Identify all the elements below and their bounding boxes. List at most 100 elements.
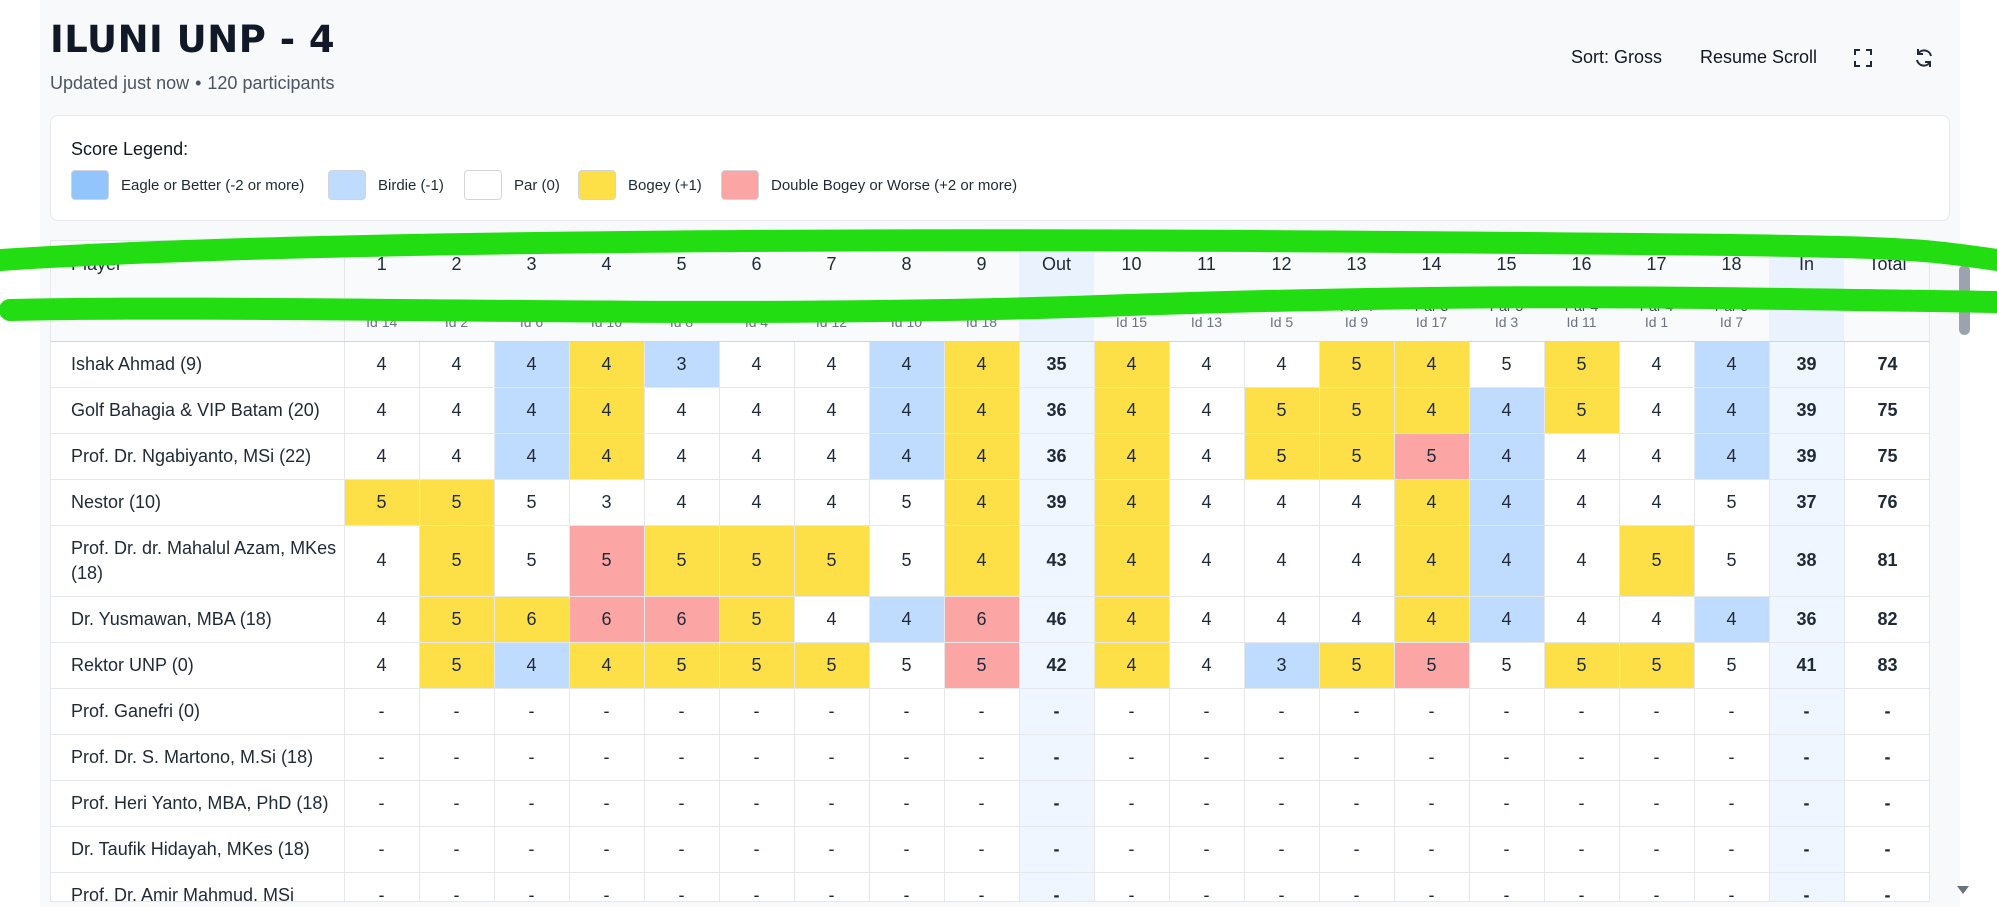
hole-score: 4 [1319,479,1395,526]
column-header-hole[interactable]: 18 [1694,241,1769,287]
hole-score: 4 [1394,525,1470,597]
hole-score: - [794,780,870,827]
hole-score: - [644,688,720,735]
player-name: Prof. Dr. S. Martono, M.Si (18) [51,734,345,781]
hole-score: - [1169,688,1245,735]
scoreboard-table-container[interactable]: Player 1 2 3 4 5 6 7 8 9 Out 10 11 12 13 14 15 16 17 18 In To… [50,240,1930,902]
player-row[interactable]: Dr. Yusmawan, MBA (18) 4 5 6 6 6 5 4 4 6 46 4 4 4 4 4 4 4… [51,596,1929,643]
hole-score: 5 [869,525,945,597]
total-score: - [1844,826,1929,873]
hole-score: 4 [1469,479,1545,526]
hole-score: - [1619,688,1695,735]
legend-swatch [464,170,502,200]
hole-score: - [1244,734,1320,781]
player-row[interactable]: Prof. Dr. Ngabiyanto, MSi (22) 4 4 4 4 4 4 4 4 4 3… [51,433,1929,480]
hole-score: 4 [569,642,645,689]
hole-score: - [494,780,570,827]
hole-score: 4 [794,433,870,480]
hole-score: - [1469,872,1545,901]
hole-score: 4 [1094,596,1170,643]
column-header-hole[interactable]: 16 [1544,241,1619,287]
page-title: ILUNI UNP - 4 [50,18,336,61]
hole-score: - [1469,734,1545,781]
column-header-hole[interactable]: 8 [869,241,944,287]
hole-score: 4 [1169,642,1245,689]
hole-par-index: Par 3 Id 15 [1094,287,1169,342]
player-row[interactable]: Nestor (10) 5 5 5 3 4 4 4 5 4 39 4 4 4 4 4 4 4 4 5 37 76 [51,479,1929,526]
column-header-hole[interactable]: 10 [1094,241,1169,287]
hole-score: - [494,826,570,873]
player-row[interactable]: Ishak Ahmad (9) 4 4 4 4 3 4 4 4 4 35 4 4 4 5 4 5 5 4 4 39 74 [51,341,1929,388]
column-header-hole[interactable]: 9 [944,241,1019,287]
hole-score: - [1619,872,1695,901]
hole-score: - [569,734,645,781]
column-header-hole[interactable]: 7 [794,241,869,287]
hole-score: 4 [1244,525,1320,597]
scroll-down-arrow[interactable] [1957,886,1969,894]
column-header-hole[interactable]: 4 [569,241,644,287]
hole-score: - [944,826,1020,873]
sort-button[interactable]: Sort: Gross [1571,47,1662,68]
player-row[interactable]: Golf Bahagia & VIP Batam (20) 4 4 4 4 4 4 4 4 4 36… [51,387,1929,434]
column-header-hole[interactable]: 17 [1619,241,1694,287]
column-header-hole[interactable]: 12 [1244,241,1319,287]
hole-index: Id 2 [444,313,469,330]
player-row[interactable]: Prof. Dr. dr. Mahalul Azam, MKes (18) 4 5 5… [51,525,1929,597]
column-header-hole[interactable]: 1 [344,241,419,287]
legend-label: Birdie (-1) [378,176,444,194]
hole-score: - [1169,734,1245,781]
player-row[interactable]: Rektor UNP (0) 4 5 4 4 5 5 5 5 5 42 4 4 3 5 5 5 5 5 5 41 83 [51,642,1929,689]
column-header-player[interactable]: Player [51,241,345,287]
scrollbar-thumb[interactable] [1959,265,1970,335]
hole-score: - [1619,780,1695,827]
player-row[interactable]: Prof. Dr. S. Martono, M.Si (18) - - - - - - - - -… [51,734,1929,781]
hole-score: 5 [419,596,495,643]
player-row[interactable]: Prof. Ganefri (0) - - - - - - - - - - - - - - - - - - - - - [51,688,1929,735]
player-row[interactable]: Prof. Heri Yanto, MBA, PhD (18) - - - - - - - - -… [51,780,1929,827]
legend-swatch [328,170,366,200]
hole-score: - [1394,872,1470,901]
player-row[interactable]: Dr. Taufik Hidayah, MKes (18) - - - - - - - - - - -… [51,826,1929,873]
hole-index: Id 15 [1115,313,1148,330]
hole-score: - [794,734,870,781]
in-score: 38 [1769,525,1845,597]
expand-icon[interactable] [1852,47,1874,69]
column-header-hole[interactable]: 6 [719,241,794,287]
refresh-icon[interactable] [1913,47,1935,69]
column-header-hole[interactable]: 11 [1169,241,1244,287]
column-header-out[interactable]: Out [1019,241,1094,287]
resume-scroll-button[interactable]: Resume Scroll [1700,47,1817,68]
hole-score: 5 [869,479,945,526]
hole-score: 5 [1319,341,1395,388]
column-header-hole[interactable]: 15 [1469,241,1544,287]
legend-swatch [71,170,109,200]
total-score: 74 [1844,341,1929,388]
hole-index: Id 13 [1190,313,1223,330]
column-subheader-player [51,287,345,342]
column-header-hole[interactable]: 13 [1319,241,1394,287]
hole-score: 4 [1094,433,1170,480]
out-score: - [1019,688,1095,735]
hole-index: Id 3 [1494,313,1519,330]
hole-score: 5 [644,525,720,597]
column-header-total[interactable]: Total [1844,241,1929,287]
hole-score: - [1694,872,1770,901]
hole-score: - [869,826,945,873]
hole-score: 5 [1694,642,1770,689]
hole-score: 4 [1619,341,1695,388]
player-row[interactable]: Prof. Dr. Amir Mahmud, MSi - - - - - - - - - - - - - -… [51,872,1929,901]
column-header-hole[interactable]: 2 [419,241,494,287]
scroll-up-arrow[interactable] [1957,248,1969,256]
column-header-hole[interactable]: 14 [1394,241,1469,287]
hole-score: - [494,872,570,901]
hole-score: - [1469,780,1545,827]
column-header-hole[interactable]: 3 [494,241,569,287]
column-header-hole[interactable]: 5 [644,241,719,287]
column-header-in[interactable]: In [1769,241,1844,287]
hole-score: 5 [1619,525,1695,597]
participants-count: 120 participants [207,73,335,93]
hole-par-index: Par 3 Id 17 [1394,287,1469,342]
hole-index: Id 4 [744,313,769,330]
hole-score: 4 [1469,387,1545,434]
total-score: - [1844,734,1929,781]
